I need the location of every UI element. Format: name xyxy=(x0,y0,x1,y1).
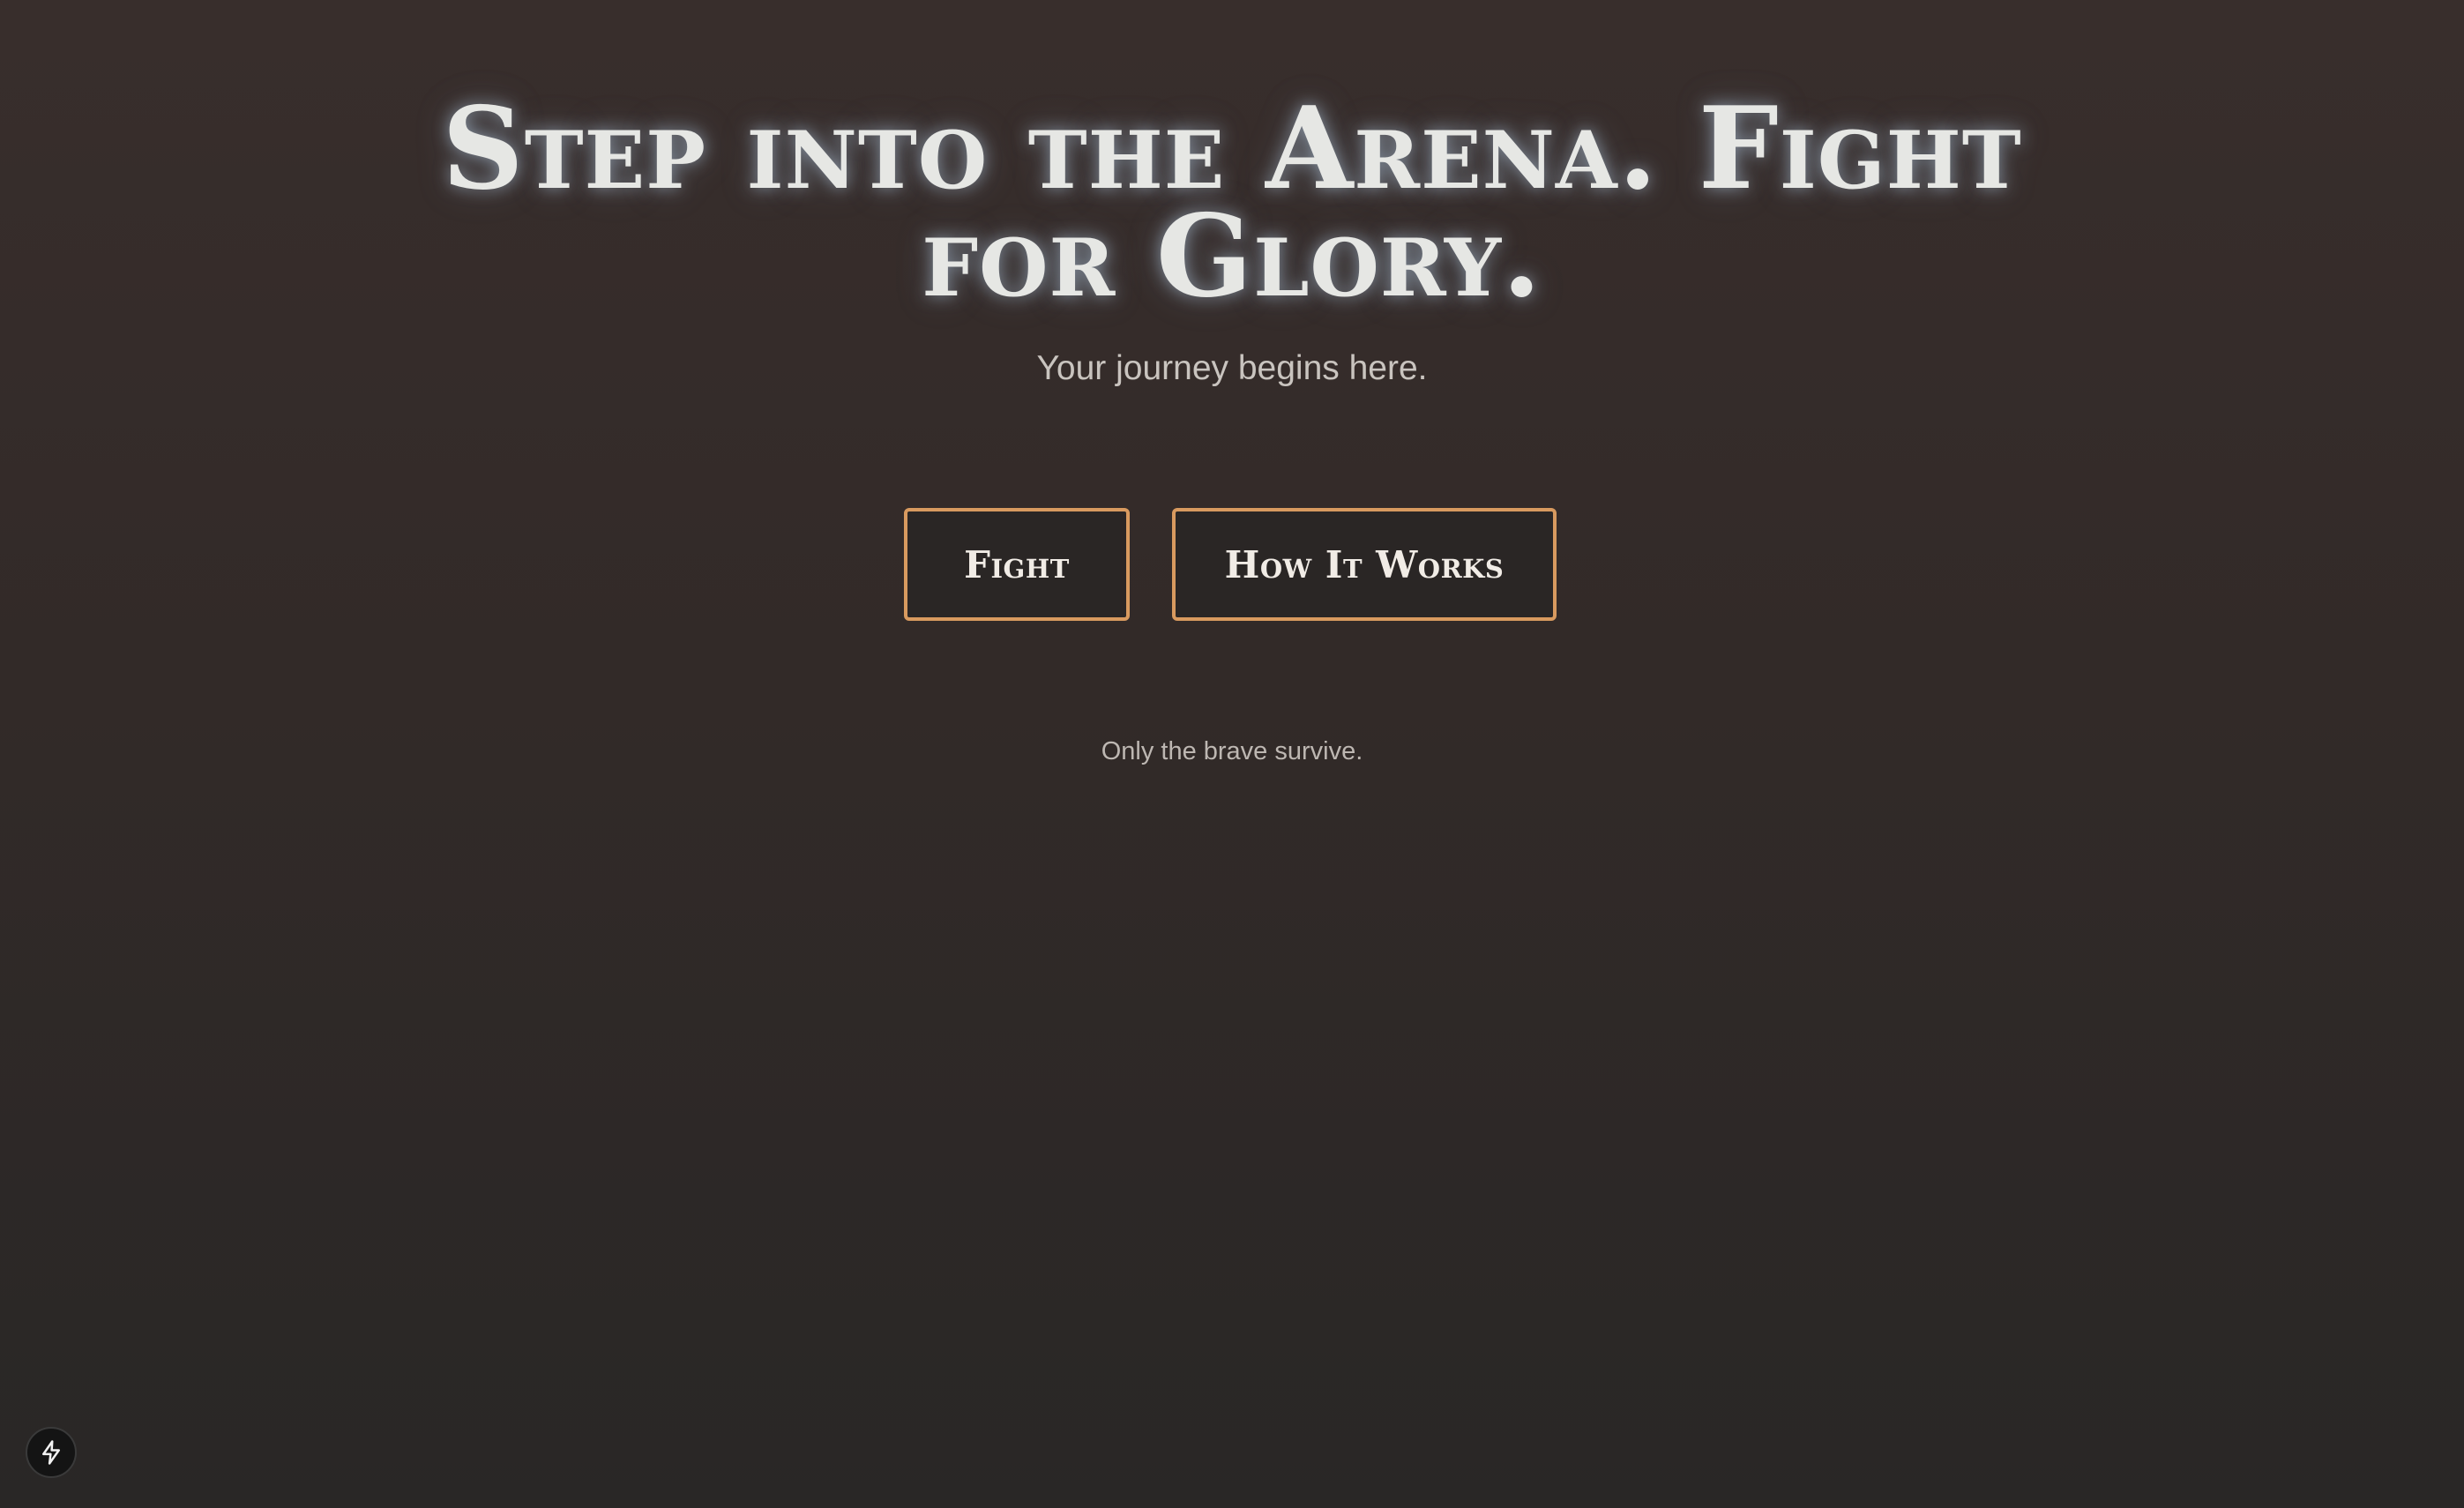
fight-button[interactable]: Fight xyxy=(904,508,1130,621)
tagline: Only the brave survive. xyxy=(1101,737,1363,765)
hero-title: Step into the Arena. Fight for Glory. xyxy=(442,83,2022,323)
dev-tools-button[interactable] xyxy=(26,1427,77,1478)
how-it-works-button[interactable]: How It Works xyxy=(1172,508,1557,621)
lightning-bolt-icon xyxy=(42,1440,60,1465)
hero-subtitle: Your journey begins here. xyxy=(1036,349,1428,387)
